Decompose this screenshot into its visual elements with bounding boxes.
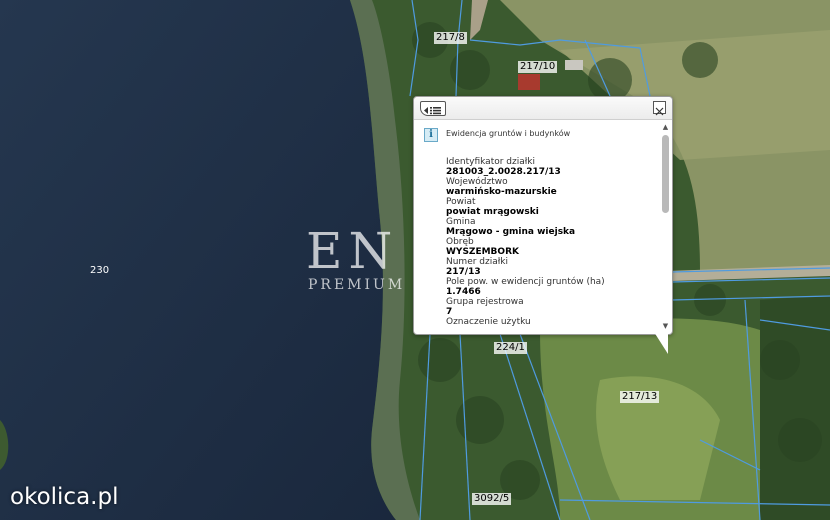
site-logo: okolica.pl <box>10 484 119 510</box>
attr-label: Gmina <box>446 217 476 227</box>
popup-header <box>414 97 672 120</box>
scroll-up-arrow-icon[interactable]: ▲ <box>661 123 670 131</box>
attr-value: 281003_2.0028.217/13 <box>446 167 561 177</box>
attr-value: 217/13 <box>446 267 481 277</box>
attr-label: Numer działki <box>446 257 509 267</box>
attr-value: WYSZEMBORK <box>446 247 519 257</box>
info-icon: i <box>424 128 438 142</box>
attr-value: Mrągowo - gmina wiejska <box>446 227 576 237</box>
attr-label: Oznaczenie użytku <box>446 317 531 327</box>
attr-label: Województwo <box>446 177 508 187</box>
parcel-label: 217/10 <box>518 61 558 73</box>
feature-info-popup: i Ewidencja gruntów i budynków Identyfik… <box>413 96 673 335</box>
attribute-list: Identyfikator działki 281003_2.0028.217/… <box>446 157 656 327</box>
parcel-label: 224/1 <box>494 342 527 354</box>
close-button[interactable] <box>653 101 666 116</box>
list-icon <box>424 107 441 115</box>
popup-pointer <box>654 332 668 354</box>
attr-label: Identyfikator działki <box>446 157 536 167</box>
back-to-list-button[interactable] <box>420 101 446 116</box>
scroll-thumb[interactable] <box>662 135 669 213</box>
attr-value: 7 <box>446 307 453 317</box>
attr-value: 1.7466 <box>446 287 481 297</box>
parcel-label: 3092/5 <box>472 493 512 505</box>
layer-title: Ewidencja gruntów i budynków <box>446 129 571 138</box>
attr-value: warmińsko-mazurskie <box>446 187 557 197</box>
popup-scrollbar[interactable]: ▲ ▼ <box>661 123 670 330</box>
scroll-down-arrow-icon[interactable]: ▼ <box>661 322 670 330</box>
parcel-label: 217/13 <box>620 391 660 403</box>
attr-label: Obręb <box>446 237 474 247</box>
popup-content[interactable]: i Ewidencja gruntów i budynków Identyfik… <box>414 120 660 330</box>
attr-value: powiat mrągowski <box>446 207 539 217</box>
attr-label: Pole pow. w ewidencji gruntów (ha) <box>446 277 605 287</box>
parcel-label: 217/8 <box>434 32 467 44</box>
parcel-label: 230 <box>90 265 110 276</box>
attr-label: Grupa rejestrowa <box>446 297 524 307</box>
attr-label: Powiat <box>446 197 476 207</box>
close-icon <box>655 107 664 116</box>
